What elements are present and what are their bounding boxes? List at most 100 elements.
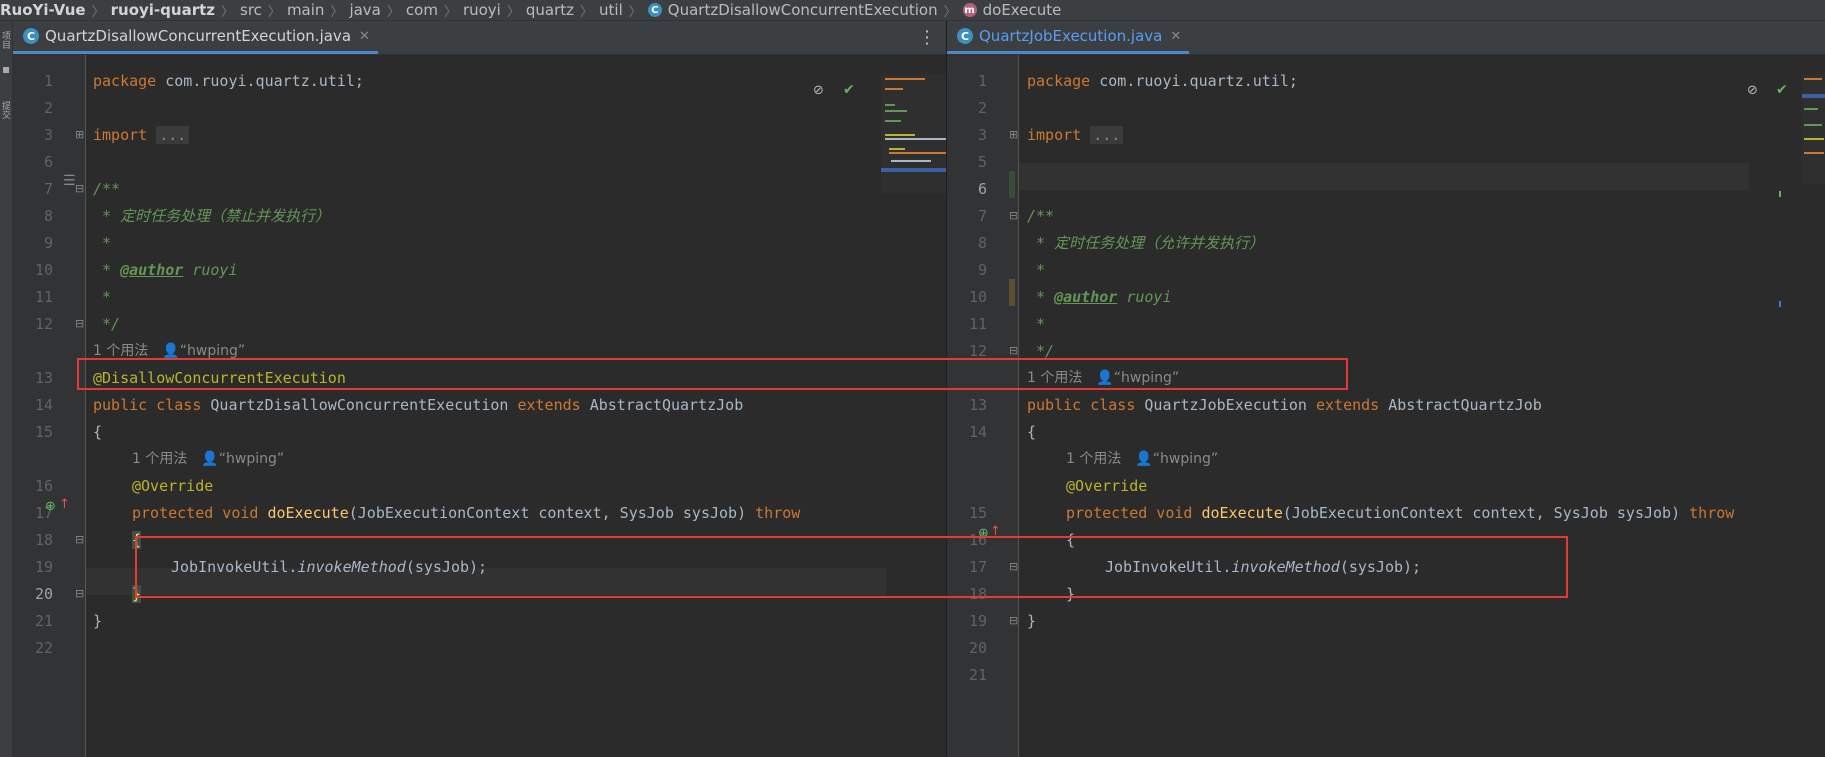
chevron-right-icon: 〉 (386, 4, 400, 20)
more-options-icon[interactable]: ⋮ (918, 27, 936, 48)
fold-icon[interactable]: ⊟ (1009, 344, 1018, 357)
chevron-right-icon: 〉 (506, 4, 520, 20)
code-line[interactable]: * 定时任务处理（允许并发执行） (1027, 230, 1264, 257)
user-icon: 👤 (162, 343, 180, 359)
code-line[interactable]: * @author ruoyi (1027, 284, 1171, 311)
code-line[interactable]: * (93, 284, 111, 311)
fold-icon[interactable]: ⊞ (1009, 128, 1018, 141)
code-line[interactable]: /** (1027, 203, 1054, 230)
tab-label: QuartzJobExecution.java (979, 27, 1163, 45)
fold-icon[interactable]: ⊞ (75, 128, 84, 141)
code-line[interactable]: } (93, 608, 102, 635)
fold-icon[interactable]: ⊟ (1009, 209, 1018, 222)
code-line[interactable]: import ... (93, 122, 190, 149)
code-line[interactable]: } (1027, 608, 1036, 635)
line-number: 15 (34, 423, 53, 441)
checkmark-icon[interactable]: ✔ (1776, 82, 1788, 98)
breadcrumb-module[interactable]: ruoyi-quartz (111, 1, 215, 19)
line-number: 2 (43, 99, 53, 117)
structure-icon[interactable]: ☰ (63, 173, 76, 189)
chevron-right-icon: 〉 (221, 4, 235, 20)
code-line[interactable]: public class QuartzDisallowConcurrentExe… (93, 392, 743, 419)
close-icon[interactable]: ✕ (1170, 29, 1181, 44)
code-line[interactable]: /** (93, 176, 120, 203)
class-file-icon: C (957, 28, 973, 44)
close-icon[interactable]: ✕ (359, 29, 370, 44)
line-number: 15 (968, 504, 987, 522)
scroll-marker (1779, 301, 1781, 307)
breadcrumb-java[interactable]: java (349, 1, 380, 19)
line-number: 14 (968, 423, 987, 441)
line-number: 6 (977, 180, 987, 198)
tab-label: QuartzDisallowConcurrentExecution.java (45, 27, 352, 45)
line-number: 7 (977, 207, 987, 225)
line-number: 6 (43, 153, 53, 171)
code-line[interactable]: import ... (1027, 122, 1124, 149)
code-line[interactable]: package com.ruoyi.quartz.util; (1027, 68, 1298, 95)
code-line[interactable]: { (1027, 419, 1036, 446)
project-tool-button[interactable]: 项目 (0, 31, 12, 49)
chevron-right-icon: 〉 (91, 4, 105, 20)
code-line[interactable]: * @author ruoyi (93, 257, 237, 284)
code-line[interactable]: { (93, 419, 102, 446)
line-number: 9 (977, 261, 987, 279)
left-minimap[interactable] (881, 74, 946, 194)
class-file-icon: C (23, 28, 39, 44)
diff-modified-marker[interactable] (1009, 279, 1015, 306)
fold-icon[interactable]: ⊟ (75, 587, 84, 600)
line-number: 11 (968, 315, 987, 333)
line-number: 2 (977, 99, 987, 117)
usage-hint[interactable]: 1 个用法 👤“hwping” (1066, 446, 1218, 473)
code-line[interactable]: * (1027, 311, 1045, 338)
breadcrumb-project[interactable]: RuoYi-Vue (0, 1, 86, 19)
breadcrumb-util[interactable]: util (599, 1, 623, 19)
code-line[interactable]: public class QuartzJobExecution extends … (1027, 392, 1542, 419)
arrow-up-icon: ↑ (59, 497, 70, 512)
left-tab-bar: C QuartzDisallowConcurrentExecution.java… (13, 21, 946, 55)
fold-icon[interactable]: ⊟ (1009, 614, 1018, 627)
breadcrumb-src[interactable]: src (240, 1, 262, 19)
line-number: 5 (977, 153, 987, 171)
code-line[interactable]: @Override (1066, 473, 1147, 500)
checkmark-icon[interactable]: ✔ (843, 82, 855, 98)
line-number: 21 (34, 612, 53, 630)
diff-added-marker[interactable] (1009, 171, 1015, 198)
square-icon (3, 67, 9, 73)
breadcrumb-quartz[interactable]: quartz (526, 1, 574, 19)
fold-icon[interactable]: ⊟ (75, 317, 84, 330)
breadcrumb-main[interactable]: main (287, 1, 324, 19)
line-number: 19 (34, 558, 53, 576)
code-line[interactable]: package com.ruoyi.quartz.util; (93, 68, 364, 95)
line-number: 18 (34, 531, 53, 549)
code-line[interactable]: protected void doExecute(JobExecutionCon… (1066, 500, 1734, 527)
fold-icon[interactable]: ⊟ (75, 533, 84, 546)
code-line[interactable]: */ (93, 311, 120, 338)
reader-mode-icon[interactable]: ⊘ (1747, 83, 1758, 98)
code-line[interactable]: * (93, 230, 111, 257)
tab-quartz-job-execution[interactable]: C QuartzJobExecution.java ✕ (947, 21, 1190, 54)
breadcrumb-ruoyi[interactable]: ruoyi (463, 1, 501, 19)
code-line[interactable]: protected void doExecute(JobExecutionCon… (132, 500, 800, 527)
chevron-right-icon: 〉 (330, 4, 344, 20)
highlight-box-annotation (77, 358, 1348, 390)
breadcrumb-com[interactable]: com (406, 1, 438, 19)
fold-icon[interactable]: ⊟ (75, 182, 84, 195)
reader-mode-icon[interactable]: ⊘ (813, 83, 824, 98)
tab-quartz-disallow[interactable]: C QuartzDisallowConcurrentExecution.java… (13, 21, 378, 54)
line-number: 14 (34, 396, 53, 414)
line-number: 16 (34, 477, 53, 495)
breadcrumb-class[interactable]: C QuartzDisallowConcurrentExecution (647, 1, 938, 19)
code-line[interactable]: * 定时任务处理（禁止并发执行） (93, 203, 330, 230)
code-line[interactable]: * (1027, 257, 1045, 284)
right-minimap[interactable] (1802, 74, 1825, 184)
line-number: 21 (968, 666, 987, 684)
usage-hint[interactable]: 1 个用法 👤“hwping” (132, 446, 284, 473)
implements-icon[interactable]: ⊕ (45, 499, 56, 514)
line-number: 12 (34, 315, 53, 333)
breadcrumb-method[interactable]: m doExecute (962, 1, 1061, 19)
code-line[interactable]: @Override (132, 473, 213, 500)
line-number: 9 (43, 234, 53, 252)
line-number: 19 (968, 612, 987, 630)
commit-tool-button[interactable]: 提交 (0, 101, 12, 119)
line-number: 8 (977, 234, 987, 252)
